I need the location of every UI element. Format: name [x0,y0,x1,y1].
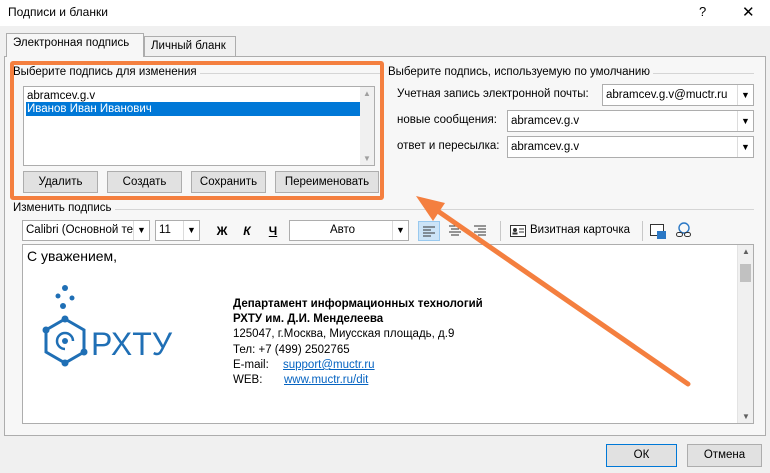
toolbar-separator [642,221,643,241]
business-card-label: Визитная карточка [530,224,631,236]
italic-button[interactable]: К [238,221,256,241]
font-color-value: Авто [329,224,356,236]
align-center-button[interactable] [445,222,465,240]
business-card-button[interactable]: Визитная карточка [508,222,638,240]
hyperlink-icon [676,222,691,237]
account-value: abramcev.g.v@muctr.ru [606,89,728,101]
scroll-thumb[interactable] [740,264,751,282]
business-card-icon [510,225,526,237]
signature-phone: Тел: +7 (499) 2502765 [233,344,350,356]
signature-greeting: С уважением, [27,248,118,264]
align-center-icon [449,225,461,236]
font-color-select[interactable]: Авто ▼ [289,220,409,241]
signature-address: 125047, г.Москва, Миусская площадь, д.9 [233,328,455,340]
replies-value: abramcev.g.v [511,141,580,153]
tab-email-signature[interactable]: Электронная подпись [6,33,144,57]
title-bar [0,0,770,26]
scroll-up-icon[interactable]: ▲ [363,89,371,98]
editor-scrollbar[interactable]: ▲ ▼ [737,245,753,423]
chevron-down-icon[interactable]: ▼ [737,137,753,157]
select-group-label: Выберите подпись для изменения [13,66,200,78]
font-select[interactable]: Calibri (Основной те ▼ [22,220,150,241]
bold-button[interactable]: Ж [213,221,231,241]
signature-department: Департамент информационных технологий [233,298,483,310]
account-select[interactable]: abramcev.g.v@muctr.ru ▼ [602,84,754,106]
delete-button[interactable]: Удалить [23,171,98,193]
list-item[interactable]: abramcev.g.v [26,89,360,103]
scroll-down-icon[interactable]: ▼ [742,412,750,421]
font-size-value: 11 [159,224,171,236]
chevron-down-icon[interactable]: ▼ [737,85,753,105]
scroll-down-icon[interactable]: ▼ [363,154,371,163]
cancel-button[interactable]: Отмена [687,444,762,467]
help-button[interactable]: ? [699,4,706,19]
ok-button[interactable]: ОК [606,444,677,467]
replies-label: ответ и пересылка: [397,140,500,152]
close-button[interactable]: ✕ [742,3,755,21]
edit-group-label: Изменить подпись [13,202,115,214]
create-button[interactable]: Создать [107,171,182,193]
align-right-button[interactable] [470,222,490,240]
signature-web-label: WEB: [233,374,263,386]
default-group-label: Выберите подпись, используемую по умолча… [388,66,653,78]
font-value: Calibri (Основной те [26,224,134,236]
logo-text: РХТУ [91,326,173,362]
font-size-select[interactable]: 11 ▼ [155,220,200,241]
list-item[interactable]: Иванов Иван Иванович [26,102,360,116]
align-left-icon [423,226,435,237]
align-left-button[interactable] [418,221,440,241]
signature-list[interactable]: abramcev.g.v Иванов Иван Иванович ▲ ▼ [23,86,375,166]
replies-select[interactable]: abramcev.g.v ▼ [507,136,754,158]
align-right-icon [474,225,486,236]
chevron-down-icon[interactable]: ▼ [183,221,199,240]
underline-button[interactable]: Ч [264,221,282,241]
signature-editor[interactable]: С уважением, РХТУ Департамент информацио… [22,244,754,424]
chevron-down-icon[interactable]: ▼ [392,221,408,240]
signature-email-link[interactable]: support@muctr.ru [283,358,375,374]
insert-picture-button[interactable] [648,221,668,241]
list-scrollbar[interactable]: ▲ ▼ [360,87,374,165]
new-messages-label: новые сообщения: [397,114,497,126]
rhtu-logo: РХТУ [42,285,173,367]
toolbar-separator [500,221,501,241]
window-title: Подписи и бланки [8,5,108,19]
edit-group-border [14,209,754,210]
picture-icon [650,224,666,239]
signature-organization: РХТУ им. Д.И. Менделеева [233,313,384,325]
chevron-down-icon[interactable]: ▼ [133,221,149,240]
signature-email-label: E-mail: [233,359,269,371]
account-label: Учетная запись электронной почты: [397,88,589,100]
new-messages-value: abramcev.g.v [511,115,580,127]
chevron-down-icon[interactable]: ▼ [737,111,753,131]
signature-web-link[interactable]: www.muctr.ru/dit [284,373,368,389]
scroll-up-icon[interactable]: ▲ [742,247,750,256]
save-button[interactable]: Сохранить [191,171,266,193]
tab-personal-stationery[interactable]: Личный бланк [144,36,236,57]
new-messages-select[interactable]: abramcev.g.v ▼ [507,110,754,132]
rename-button[interactable]: Переименовать [275,171,379,193]
insert-hyperlink-button[interactable] [674,221,694,241]
